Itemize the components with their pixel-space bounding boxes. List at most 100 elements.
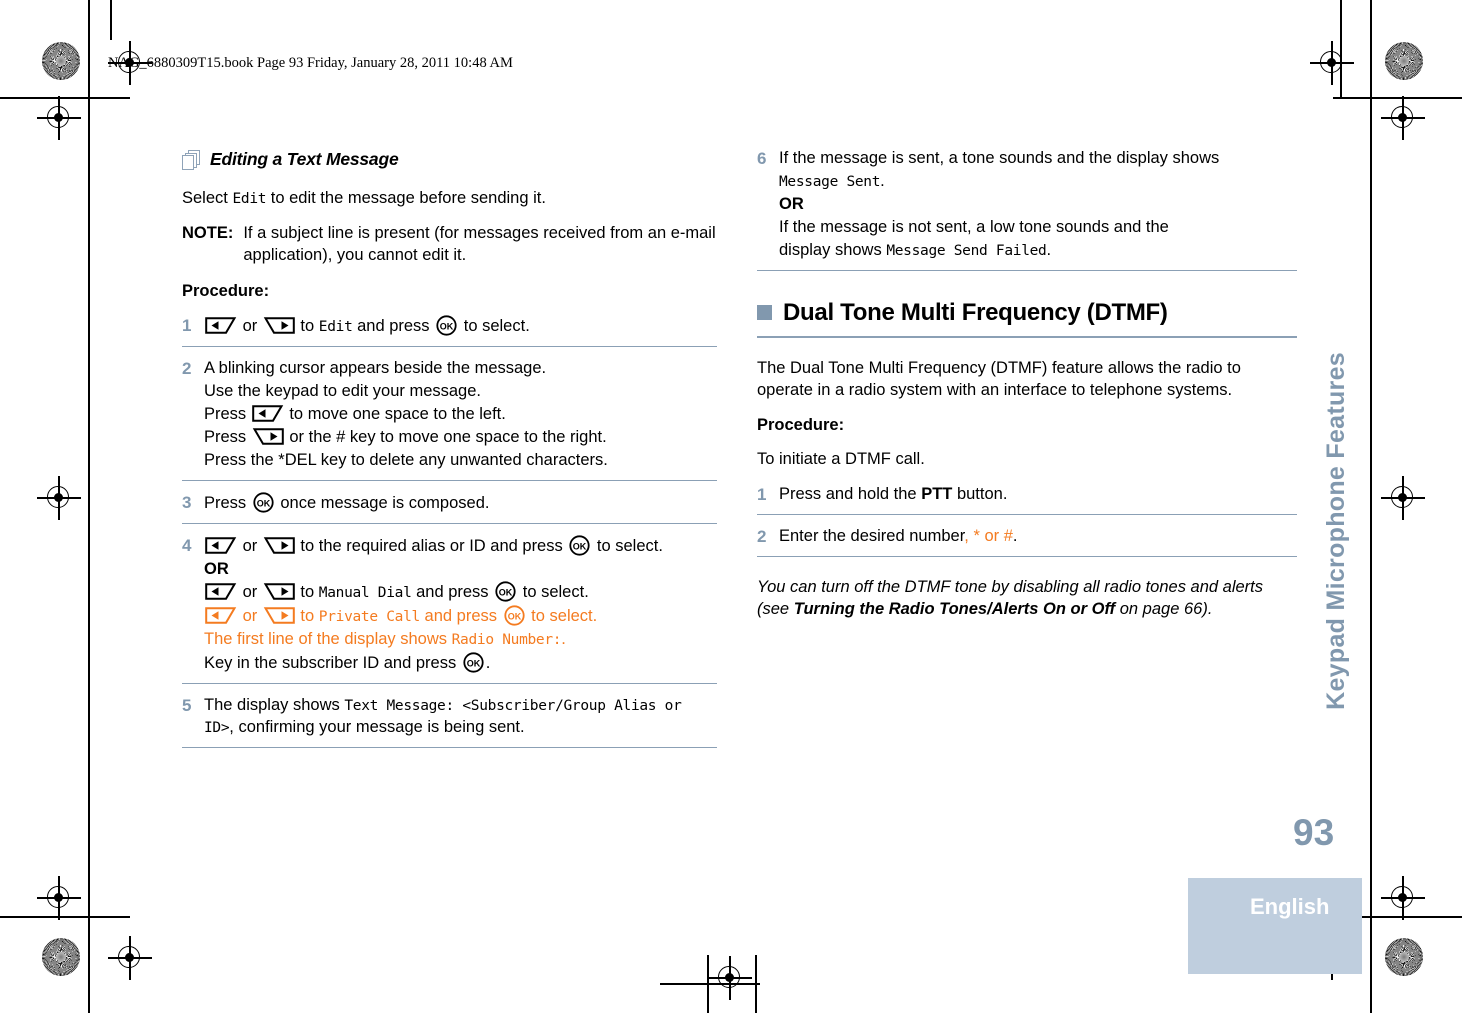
display-text-token: Message Send Failed (886, 242, 1047, 259)
body-text: to the required alias or ID and press (295, 536, 568, 555)
step-line: Message Sent. (779, 171, 1297, 193)
nav-left-key-icon (205, 317, 237, 334)
body-text: and press (419, 607, 502, 626)
step-number: 2 (757, 526, 767, 546)
step-line: or to Edit and press OK to select. (204, 315, 717, 338)
display-text-token: Private Call (318, 609, 420, 626)
body-text: Press the *DEL key to delete any unwante… (204, 450, 608, 469)
svg-text:OK: OK (257, 498, 271, 508)
display-text-token: Message Sent (779, 173, 881, 190)
ok-key-icon: OK (463, 652, 484, 673)
page-number: 93 (1293, 812, 1335, 853)
frame-line-left-vertical (88, 0, 90, 1013)
emphasis-text: OR (204, 559, 229, 578)
step-body: Press and hold the PTT button. (779, 484, 1297, 507)
body-text: or (238, 536, 262, 555)
body-text: , confirming your message is being sent. (229, 718, 525, 737)
nav-right-key-icon (263, 583, 295, 601)
frame-line-inner-left-vertical (110, 0, 112, 40)
body-text: If the message is sent, a tone sounds an… (779, 149, 1220, 167)
registration-crosshair-icon-left-lower (37, 876, 81, 920)
body-text: to (295, 583, 319, 602)
body-text: to move one space to the left. (284, 404, 506, 423)
starburst-density-icon-top-right (1385, 42, 1423, 80)
step-line: Key in the subscriber ID and press OK. (204, 652, 717, 675)
step-line: Enter the desired number, * or #. (779, 526, 1297, 548)
nav-right-key-icon (263, 536, 295, 554)
body-text: . (880, 171, 885, 190)
left-steps-list: 1 or to Edit and press OK to select. 2 A b… (182, 315, 717, 749)
step-line: or to the required alias or ID and press… (204, 534, 717, 558)
subsection-heading-text: Editing a Text Message (210, 149, 399, 169)
procedure-step: 5 The display shows Text Message: <Subscr… (182, 695, 717, 749)
body-text: If the message is not sent, a low tone s… (779, 217, 1169, 236)
step-line: OR (779, 194, 1297, 216)
body-text: and press (411, 583, 494, 602)
procedure-intro: To initiate a DTMF call. (757, 449, 925, 468)
step-number: 3 (182, 492, 192, 512)
intro-prefix: Select (182, 189, 233, 208)
footnote-reference-title: Turning the Radio Tones/Alerts On or Off (793, 599, 1116, 618)
emphasis-text: OR (779, 194, 804, 213)
right-content-column: 6 If the message is sent, a tone sounds a… (757, 148, 1297, 620)
emphasis-text: PTT (921, 484, 953, 503)
svg-text:OK: OK (467, 659, 481, 669)
ok-key-icon: OK (503, 605, 525, 626)
nav-left-key-icon (205, 536, 237, 554)
ok-key-icon: OK (495, 581, 516, 603)
registration-crosshair-icon-bottom-left (108, 936, 152, 980)
body-text: to select. (592, 536, 663, 555)
step-body: Enter the desired number, * or #. (779, 526, 1297, 549)
note-body: If a subject line is present (for messag… (243, 224, 716, 265)
step-line: Press the *DEL key to delete any unwante… (204, 450, 717, 472)
ok-key-icon: OK (253, 492, 274, 513)
nav-right-key-icon (263, 607, 295, 625)
note-label: NOTE: (182, 224, 234, 243)
body-text: button. (952, 484, 1008, 503)
step-line: The display shows Text Message: <Subscri… (204, 695, 717, 739)
procedure-step: 2 Enter the desired number, * or #. (757, 526, 1297, 557)
step-line: or to Private Call and press OK to selec… (204, 605, 717, 628)
step-number: 1 (757, 484, 767, 504)
step-body: A blinking cursor appears beside the mes… (204, 358, 717, 473)
right-steps-bottom-list: 1 Press and hold the PTT button. 2 Enter th… (757, 484, 1297, 557)
section-heading-rule (757, 335, 1297, 338)
registration-crosshair-icon-left-middle (37, 476, 81, 520)
body-text: or (238, 317, 262, 336)
step-line: or to Manual Dial and press OK to select… (204, 581, 717, 604)
body-text: Enter the desired number (779, 526, 965, 545)
section-heading-dtmf: Dual Tone Multi Frequency (DTMF) (757, 297, 1297, 338)
procedure-step: 1 or to Edit and press OK to select. (182, 315, 717, 347)
body-text: A blinking cursor appears beside the mes… (204, 358, 547, 377)
step-body: If the message is sent, a tone sounds an… (779, 148, 1297, 263)
step-line: If the message is not sent, a low tone s… (779, 217, 1297, 239)
svg-text:OK: OK (440, 321, 454, 331)
body-text: Press (204, 427, 251, 446)
body-text: . (1046, 240, 1052, 259)
note-block: NOTE: If a subject line is present (for … (182, 223, 717, 267)
body-text: . (561, 630, 566, 649)
nav-right-key-icon (252, 427, 284, 445)
body-text: Key in the subscriber ID and press (204, 654, 461, 673)
step-number: 4 (182, 535, 192, 555)
nav-left-key-icon (251, 405, 284, 422)
procedure-step: 1 Press and hold the PTT button. (757, 484, 1297, 515)
pages-stack-icon (182, 150, 201, 171)
intro-mono-token: Edit (232, 191, 267, 208)
body-text: or the # key to move one space to the ri… (284, 427, 607, 446)
procedure-label-left: Procedure: (182, 282, 270, 301)
dtmf-footnote: You can turn off the DTMF tone by disabl… (757, 577, 1297, 621)
body-text: Press (204, 493, 251, 512)
ok-key-icon: OK (436, 315, 457, 336)
ok-key-icon: OK (569, 534, 590, 556)
intro-suffix: to edit the message before sending it. (266, 189, 546, 208)
body-text: Use the keypad to edit your message. (204, 381, 481, 400)
section-bullet-icon (757, 305, 772, 321)
body-text: . (485, 654, 491, 673)
body-text: The first line of the display shows (204, 630, 452, 649)
step-body: Press OK once message is composed. (204, 492, 717, 516)
step-body: or to the required alias or ID and press… (204, 534, 717, 677)
procedure-label-right: Procedure: (757, 415, 845, 434)
body-text: once message is composed. (275, 493, 490, 512)
svg-text:OK: OK (507, 612, 521, 622)
